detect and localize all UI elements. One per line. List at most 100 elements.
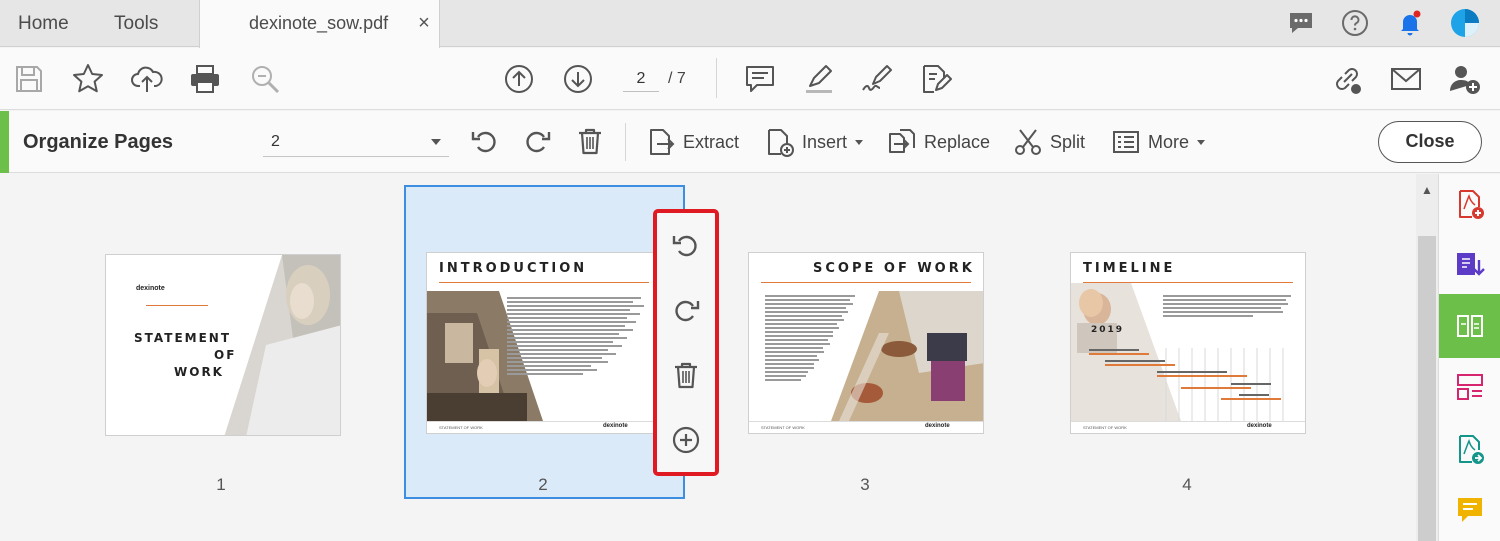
page-action-toolbar xyxy=(653,209,719,476)
insert-icon xyxy=(768,129,794,157)
page-2-heading: INTRODUCTION xyxy=(439,261,588,276)
edit-pdf-icon[interactable] xyxy=(918,62,952,96)
add-user-icon[interactable] xyxy=(1448,62,1482,96)
comment-icon[interactable] xyxy=(743,62,777,96)
page-2-footer-text: STATEMENT OF WORK xyxy=(439,425,483,430)
chat-icon[interactable] xyxy=(1286,8,1316,38)
rotate-clockwise-icon[interactable] xyxy=(670,294,702,326)
insert-dropdown-icon xyxy=(855,139,864,145)
scroll-up-icon[interactable]: ▲ xyxy=(1421,184,1433,196)
zoom-icon[interactable] xyxy=(248,62,282,96)
tab-bar: Home Tools dexinote_sow.pdf × xyxy=(0,0,1500,48)
share-link-icon[interactable] xyxy=(1330,62,1364,96)
page-2-body-text xyxy=(507,297,647,377)
page-3-footer-text: STATEMENT OF WORK xyxy=(761,425,805,430)
document-tab-title: dexinote_sow.pdf xyxy=(249,13,389,33)
page-up-icon[interactable] xyxy=(502,62,536,96)
scrollbar-thumb[interactable] xyxy=(1418,236,1436,541)
page-number-1: 1 xyxy=(216,475,226,494)
page-3-body-text xyxy=(765,295,855,383)
page-1-logo: dexinote xyxy=(136,285,165,292)
rotate-counterclockwise-icon[interactable] xyxy=(469,125,501,157)
page-4-year: 2019 xyxy=(1091,325,1125,335)
replace-icon xyxy=(889,129,915,153)
page-thumbnail-area: dexinote STATEMENT OF WORK 1 INTRODUCTIO… xyxy=(0,174,1416,541)
page-thumbnail-1[interactable]: dexinote STATEMENT OF WORK xyxy=(105,254,341,436)
delete-icon[interactable] xyxy=(670,359,702,391)
save-icon[interactable] xyxy=(12,62,46,96)
close-tab-icon[interactable]: × xyxy=(414,13,434,33)
vertical-scrollbar[interactable]: ▲ xyxy=(1416,174,1438,541)
rotate-counterclockwise-icon[interactable] xyxy=(670,229,702,261)
page-range-value: 2 xyxy=(271,133,280,150)
page-down-icon[interactable] xyxy=(561,62,595,96)
account-avatar-icon[interactable] xyxy=(1450,8,1480,38)
print-icon[interactable] xyxy=(188,62,222,96)
more-label: More xyxy=(1148,131,1190,152)
extract-button[interactable]: Extract xyxy=(645,123,739,161)
page-4-heading-rule xyxy=(1083,282,1293,283)
bookmark-star-icon[interactable] xyxy=(71,62,105,96)
page-thumbnail-3[interactable]: SCOPE OF WORK STATEMENT OF WORK dexinote xyxy=(748,252,984,434)
edit-layout-icon[interactable] xyxy=(1454,371,1486,403)
notification-bell-icon[interactable] xyxy=(1395,8,1425,38)
insert-button[interactable]: Insert xyxy=(764,123,864,161)
chevron-down-icon xyxy=(431,139,441,145)
page-number-3: 3 xyxy=(860,475,870,494)
page-number-4: 4 xyxy=(1182,475,1192,494)
page-4-heading: TIMELINE xyxy=(1083,261,1176,276)
replace-label: Replace xyxy=(924,131,991,152)
extract-label: Extract xyxy=(683,131,740,152)
cover-photo-image xyxy=(106,255,340,435)
organize-pages-toolbar: Organize Pages 2 Extract Insert Replace … xyxy=(0,111,1500,173)
tools-right-rail xyxy=(1438,174,1500,541)
page-4-body-text xyxy=(1163,295,1291,319)
page-3-footer-logo: dexinote xyxy=(925,423,950,429)
page-4-footer-rule xyxy=(1071,421,1305,422)
page-range-select[interactable]: 2 xyxy=(263,127,449,157)
page-thumbnail-4[interactable]: TIMELINE 2019 STATEMENT OF WORK dexinote xyxy=(1070,252,1306,434)
document-tab[interactable]: dexinote_sow.pdf × xyxy=(199,0,440,48)
comment-rail-icon[interactable] xyxy=(1454,494,1486,526)
toolbar-divider xyxy=(716,58,717,98)
more-button[interactable]: More xyxy=(1110,123,1206,161)
close-button[interactable]: Close xyxy=(1378,121,1482,163)
upload-cloud-icon[interactable] xyxy=(130,62,164,96)
page-1-title-line-2: OF xyxy=(214,348,237,362)
replace-button[interactable]: Replace xyxy=(886,123,990,161)
main-toolbar: 2 / 7 xyxy=(0,48,1500,110)
page-3-heading: SCOPE OF WORK xyxy=(813,261,975,276)
page-2-footer-logo: dexinote xyxy=(603,423,628,429)
page-4-footer-logo: dexinote xyxy=(1247,423,1272,429)
organize-title: Organize Pages xyxy=(23,131,174,153)
delete-icon[interactable] xyxy=(574,125,606,157)
highlight-pen-icon[interactable] xyxy=(802,62,836,96)
help-icon[interactable] xyxy=(1340,8,1370,38)
export-pdf-icon[interactable] xyxy=(1454,250,1486,282)
create-pdf-icon[interactable] xyxy=(1454,188,1486,220)
page-3-heading-rule xyxy=(761,282,971,283)
page-4-footer-text: STATEMENT OF WORK xyxy=(1083,425,1127,430)
page-2-heading-rule xyxy=(439,282,649,283)
extract-icon xyxy=(650,129,675,155)
organize-divider xyxy=(625,123,626,161)
email-icon[interactable] xyxy=(1389,62,1423,96)
home-tab[interactable]: Home xyxy=(18,0,69,47)
tools-tab[interactable]: Tools xyxy=(114,0,158,47)
insert-page-icon[interactable] xyxy=(670,424,702,456)
more-dropdown-icon xyxy=(1197,139,1206,145)
split-button[interactable]: Split xyxy=(1012,123,1085,161)
page-thumbnail-2[interactable]: INTRODUCTION STATEMENT OF WORK dexinote xyxy=(426,252,662,434)
fill-sign-icon[interactable] xyxy=(860,62,894,96)
page-3-footer-rule xyxy=(749,421,983,422)
page-number-2: 2 xyxy=(538,475,548,494)
organize-pages-icon[interactable] xyxy=(1454,310,1486,342)
page-1-title-line-1: STATEMENT xyxy=(134,331,232,345)
timeline-photo-image xyxy=(1071,283,1284,421)
rotate-clockwise-icon[interactable] xyxy=(521,125,553,157)
more-options-icon xyxy=(1113,131,1139,153)
insert-label: Insert xyxy=(802,131,848,152)
scissors-icon xyxy=(1015,129,1041,155)
send-for-review-icon[interactable] xyxy=(1454,433,1486,465)
current-page-input[interactable]: 2 xyxy=(623,66,659,92)
